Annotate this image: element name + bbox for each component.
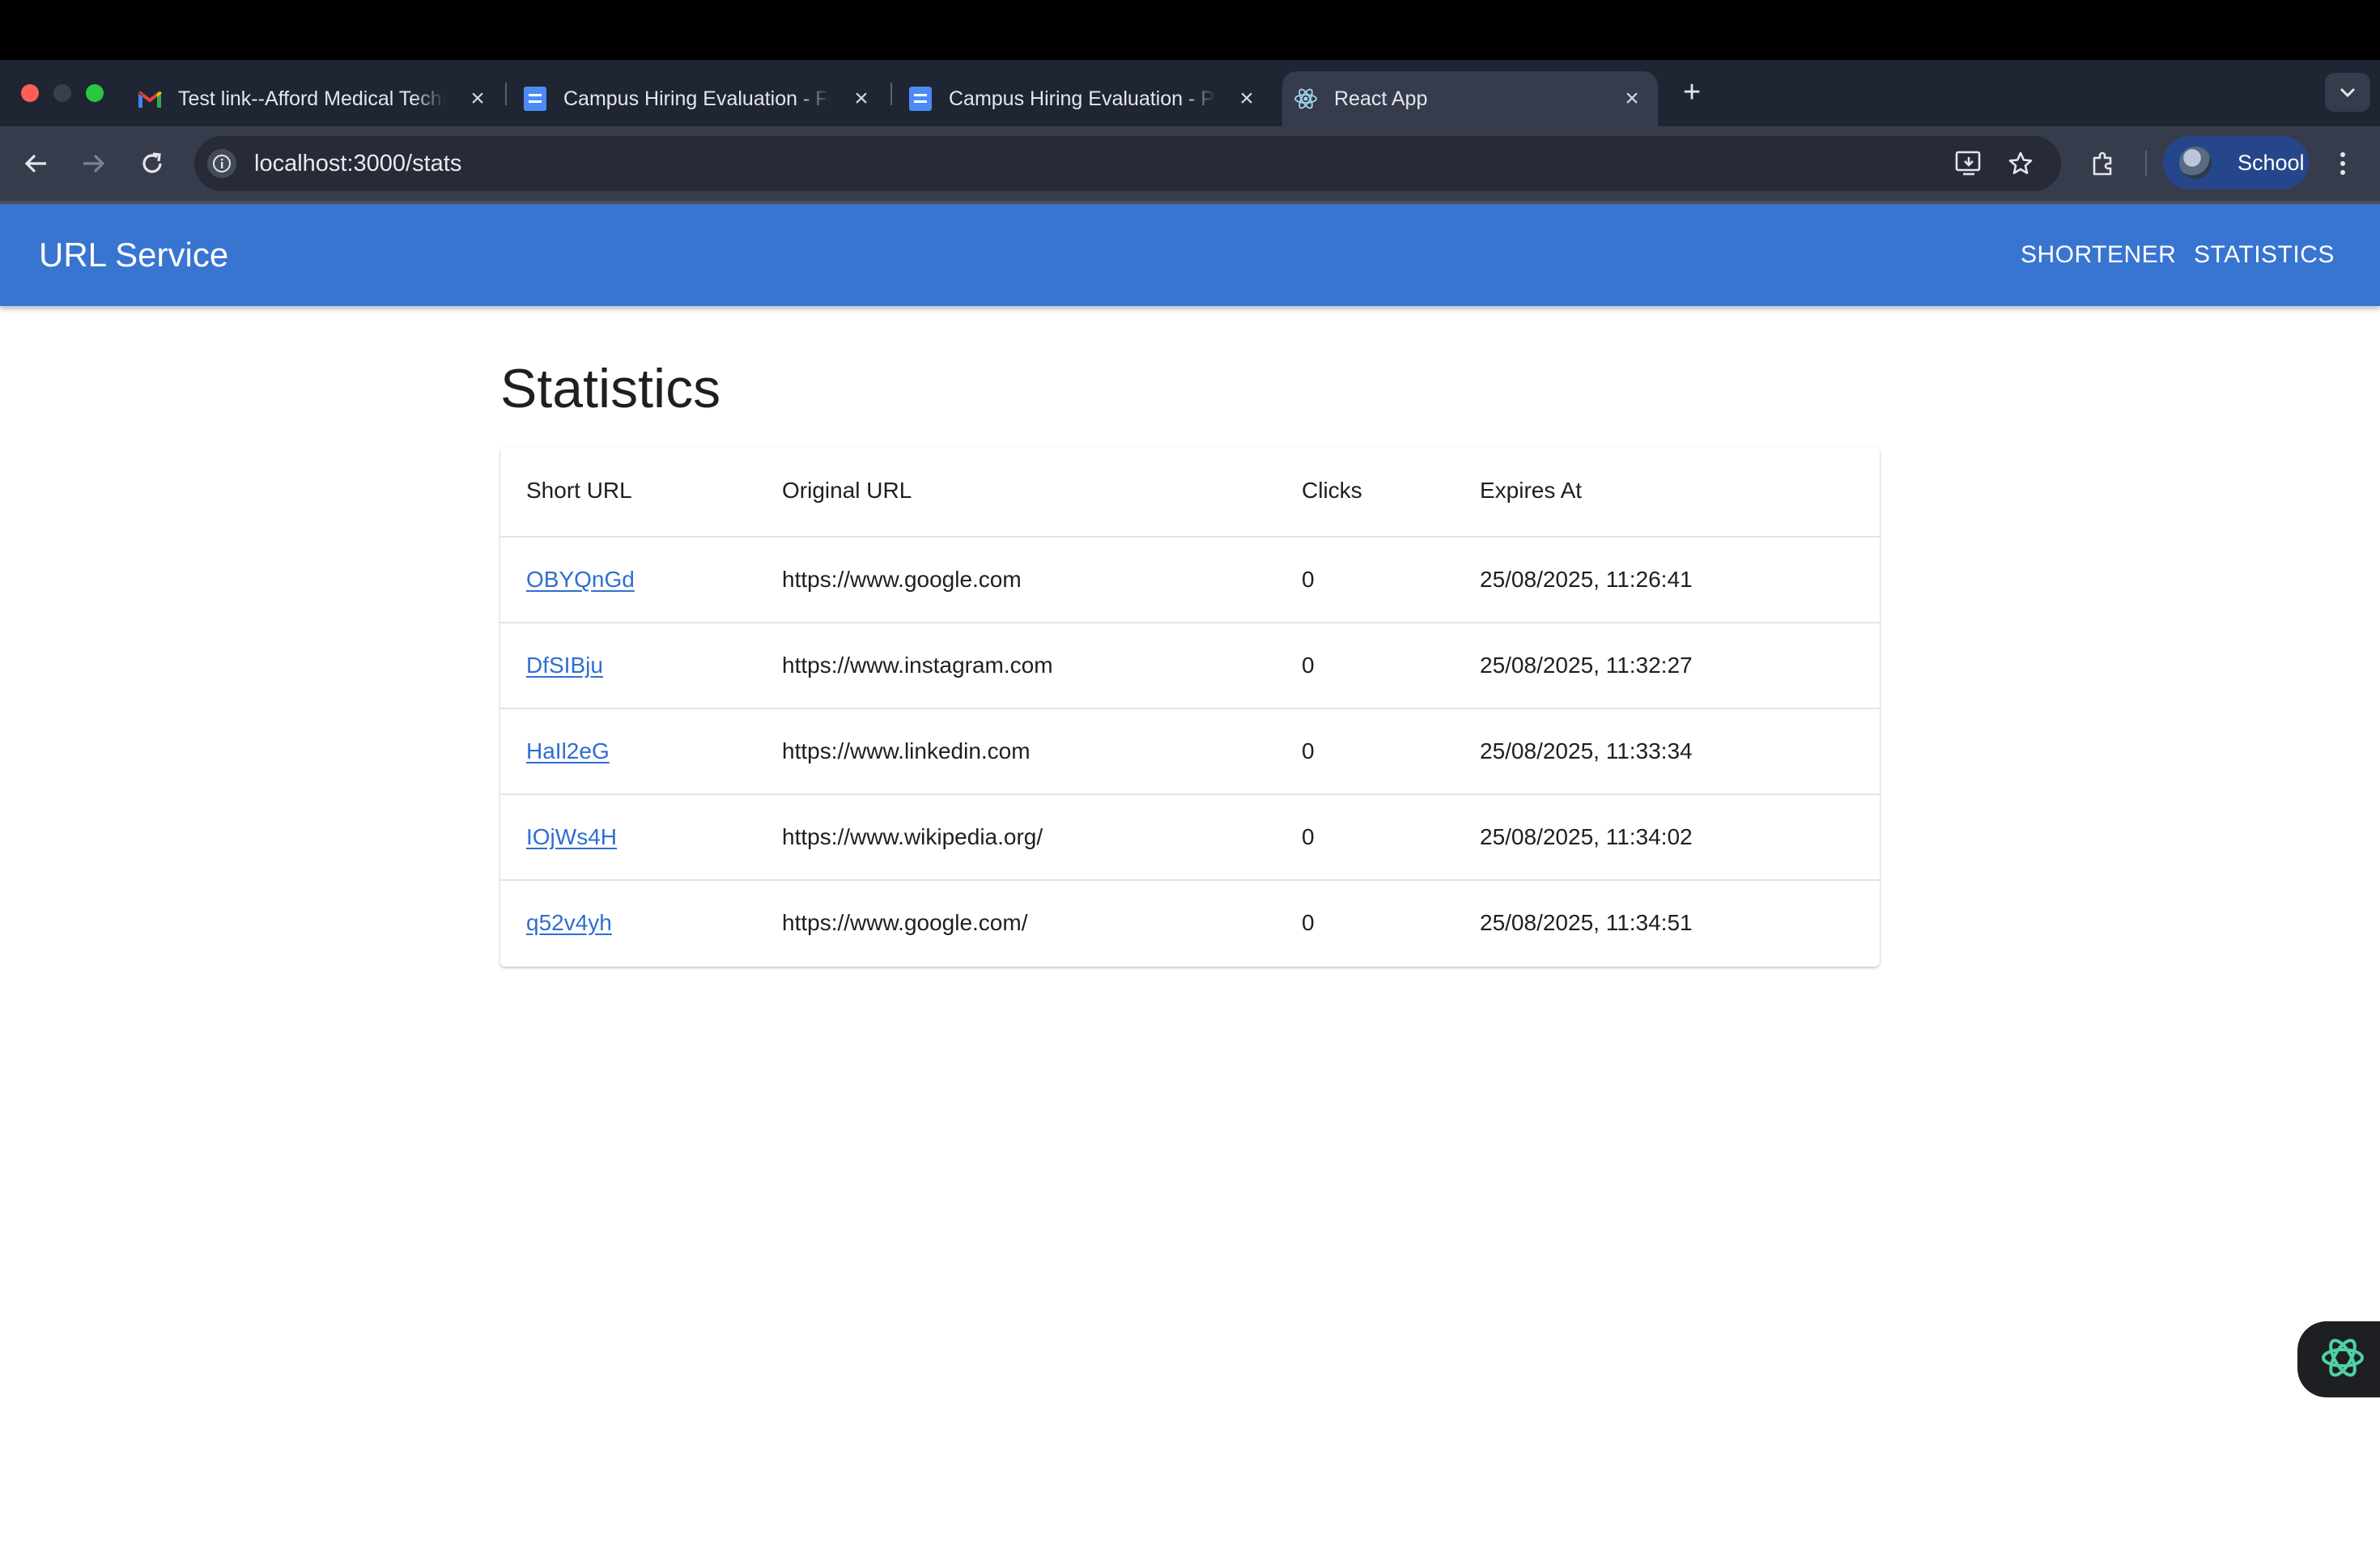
tab-search-chevron-icon[interactable]: [2325, 73, 2370, 112]
tab-title: Campus Hiring Evaluation - Frontend: [563, 87, 831, 110]
column-header-short-url: Short URL: [526, 478, 632, 503]
expires-at: 25/08/2025, 11:26:41: [1480, 567, 1693, 592]
browser-tab-docs-1[interactable]: Campus Hiring Evaluation - Frontend ×: [523, 71, 876, 126]
original-url: https://www.wikipedia.org/: [782, 824, 1043, 849]
page-title: Statistics: [500, 358, 721, 419]
site-info-icon[interactable]: [207, 149, 236, 178]
original-url: https://www.instagram.com: [782, 653, 1053, 678]
app-brand: URL Service: [39, 236, 229, 274]
expires-at: 25/08/2025, 11:34:02: [1480, 824, 1693, 849]
table-row: OBYQnGd https://www.google.com 0 25/08/2…: [500, 538, 1880, 623]
click-count: 0: [1302, 567, 1315, 592]
expires-at: 25/08/2025, 11:32:27: [1480, 653, 1693, 678]
bookmark-star-icon[interactable]: [2003, 146, 2038, 181]
column-header-clicks: Clicks: [1302, 478, 1362, 503]
original-url: https://www.google.com: [782, 567, 1022, 592]
extensions-puzzle-icon[interactable]: [2085, 146, 2121, 181]
table-row: DfSIBju https://www.instagram.com 0 25/0…: [500, 623, 1880, 709]
short-url-link[interactable]: IOjWs4H: [526, 823, 617, 852]
click-count: 0: [1302, 738, 1315, 763]
ai-assistant-button[interactable]: [2297, 1321, 2380, 1397]
statistics-table: Short URL Original URL Clicks Expires At…: [500, 447, 1880, 967]
toolbar-divider: [2145, 151, 2147, 176]
window-close-button[interactable]: [21, 84, 39, 102]
react-icon: [1294, 87, 1318, 111]
url-text[interactable]: localhost:3000/stats: [254, 149, 461, 178]
expires-at: 25/08/2025, 11:34:51: [1480, 910, 1693, 935]
table-header-row: Short URL Original URL Clicks Expires At: [500, 447, 1880, 538]
google-docs-icon: [908, 87, 933, 111]
expires-at: 25/08/2025, 11:33:34: [1480, 738, 1693, 763]
browser-tab-react-app[interactable]: React App ×: [1282, 71, 1658, 126]
more-menu-icon[interactable]: [2325, 146, 2361, 181]
assistant-knot-icon: [2317, 1332, 2369, 1388]
browser-tab-docs-2[interactable]: Campus Hiring Evaluation - Pre-Test ×: [908, 71, 1261, 126]
window-minimize-button[interactable]: [53, 84, 71, 102]
click-count: 0: [1302, 653, 1315, 678]
table-row: HaIl2eG https://www.linkedin.com 0 25/08…: [500, 709, 1880, 795]
close-tab-icon[interactable]: ×: [463, 84, 492, 113]
new-tab-icon[interactable]: +: [1676, 75, 1708, 109]
address-bar[interactable]: [194, 136, 2061, 191]
nav-statistics-link[interactable]: STATISTICS: [2194, 240, 2335, 270]
short-url-link[interactable]: HaIl2eG: [526, 737, 610, 766]
forward-arrow-icon[interactable]: [74, 144, 113, 183]
table-row: q52v4yh https://www.google.com/ 0 25/08/…: [500, 881, 1880, 967]
tab-separator: [890, 83, 892, 105]
profile-button[interactable]: School: [2163, 136, 2309, 189]
google-docs-icon: [523, 87, 547, 111]
avatar: [2179, 147, 2212, 179]
close-tab-icon[interactable]: ×: [847, 84, 876, 113]
install-app-icon[interactable]: [1951, 146, 1987, 181]
profile-name: School: [2238, 150, 2305, 175]
short-url-link[interactable]: DfSIBju: [526, 651, 603, 680]
click-count: 0: [1302, 824, 1315, 849]
tab-title: Campus Hiring Evaluation - Pre-Test: [949, 87, 1216, 110]
tab-separator: [505, 83, 507, 105]
click-count: 0: [1302, 910, 1315, 935]
nav-shortener-link[interactable]: SHORTENER: [2021, 240, 2176, 270]
column-header-expires-at: Expires At: [1480, 478, 1583, 503]
gmail-icon: [138, 87, 162, 111]
close-tab-icon[interactable]: ×: [1617, 84, 1647, 113]
browser-tab-gmail[interactable]: Test link--Afford Medical Technologies ×: [138, 71, 492, 126]
original-url: https://www.linkedin.com: [782, 738, 1031, 763]
short-url-link[interactable]: OBYQnGd: [526, 565, 635, 594]
tab-title: Test link--Afford Medical Technologies: [178, 87, 445, 110]
column-header-original-url: Original URL: [782, 478, 912, 503]
back-arrow-icon[interactable]: [16, 144, 55, 183]
original-url: https://www.google.com/: [782, 910, 1028, 935]
close-tab-icon[interactable]: ×: [1232, 84, 1261, 113]
short-url-link[interactable]: q52v4yh: [526, 908, 612, 938]
tab-title: React App: [1334, 87, 1428, 110]
window-maximize-button[interactable]: [86, 84, 104, 102]
reload-icon[interactable]: [133, 144, 172, 183]
table-row: IOjWs4H https://www.wikipedia.org/ 0 25/…: [500, 795, 1880, 881]
screen-top-bar: [0, 0, 2380, 60]
